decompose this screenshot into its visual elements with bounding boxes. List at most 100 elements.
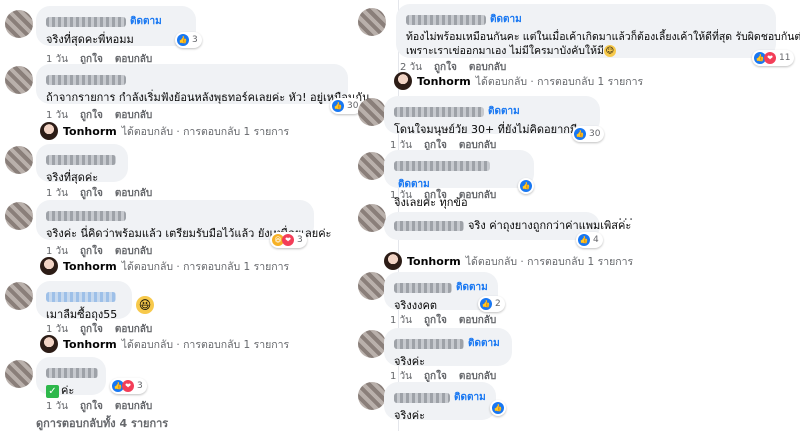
timestamp[interactable]: 1 วัน xyxy=(390,371,412,382)
blurred-username[interactable] xyxy=(394,338,464,349)
blurred-username[interactable] xyxy=(46,291,116,302)
reaction-badge[interactable]: 👍 xyxy=(490,400,506,416)
view-all-replies-link[interactable]: ดูการตอบกลับทั้ง 4 รายการ xyxy=(36,414,168,432)
like-button[interactable]: ถูกใจ xyxy=(424,371,447,382)
love-icon: ❤ xyxy=(282,234,294,246)
comment-text-line2-value: เพราะเราเข่ออกมาเอง ไม่มีใครมาบังคับให้ม… xyxy=(406,45,604,57)
comment-text: จริงค่ะ นี่คิดว่าพร้อมแล้ว เตรียมรับมือไ… xyxy=(46,227,332,240)
timestamp[interactable]: 1 วัน xyxy=(46,188,68,199)
reaction-count: 3 xyxy=(192,35,198,45)
comment-text-value: ค่ะ xyxy=(61,384,75,397)
blurred-username[interactable] xyxy=(406,14,486,25)
follow-link[interactable]: ติดตาม xyxy=(468,338,500,349)
avatar[interactable] xyxy=(358,204,386,232)
reaction-count: 30 xyxy=(589,129,601,139)
avatar[interactable] xyxy=(5,282,33,310)
avatar[interactable] xyxy=(5,202,33,230)
follow-link[interactable]: ติดตาม xyxy=(454,392,486,403)
avatar[interactable] xyxy=(5,360,33,388)
follow-link[interactable]: ติดตาม xyxy=(456,282,488,293)
reaction-badge[interactable]: 👍 xyxy=(518,178,534,194)
comment-text: เมาลืมซื้อถุง55 xyxy=(46,308,118,321)
reply-count-text: ได้ตอบกลับ · การตอบกลับ 1 รายการ xyxy=(121,338,290,351)
reaction-badge[interactable]: 👍 3 xyxy=(175,32,202,48)
follow-link[interactable]: ติดตาม xyxy=(490,14,522,25)
reaction-badge[interactable]: 👍 30 xyxy=(572,126,605,142)
reaction-badge[interactable]: 👍 ❤ 3 xyxy=(110,378,147,394)
more-options-icon[interactable]: ··· xyxy=(618,212,634,228)
timestamp[interactable]: 1 วัน xyxy=(46,246,68,257)
comment-actions: 1 วัน ถูกใจ ตอบกลับ xyxy=(46,108,164,123)
blurred-username[interactable] xyxy=(394,106,484,117)
love-icon: ❤ xyxy=(764,52,776,64)
reply-button[interactable]: ตอบกลับ xyxy=(115,246,152,257)
timestamp[interactable]: 1 วัน xyxy=(46,401,68,412)
comment-text: จริงค่ะ xyxy=(394,355,425,368)
laughing-emoji-icon: 😆 xyxy=(136,296,154,314)
love-icon: ❤ xyxy=(122,380,134,392)
comment-text: จริงที่สุดคะพี่หอมม xyxy=(46,33,134,46)
like-button[interactable]: ถูกใจ xyxy=(424,190,447,201)
blurred-username[interactable] xyxy=(46,154,116,165)
blurred-username[interactable] xyxy=(46,210,126,221)
blurred-username[interactable] xyxy=(46,16,126,27)
reply-button[interactable]: ตอบกลับ xyxy=(459,371,496,382)
replier-name: Tonhorm xyxy=(407,254,461,268)
reaction-badge[interactable]: 👍 2 xyxy=(478,296,505,312)
avatar[interactable] xyxy=(358,272,386,300)
like-button[interactable]: ถูกใจ xyxy=(80,246,103,257)
reply-button[interactable]: ตอบกลับ xyxy=(459,315,496,326)
reply-summary[interactable]: Tonhorm ได้ตอบกลับ · การตอบกลับ 1 รายการ xyxy=(40,122,289,140)
reply-summary[interactable]: Tonhorm ได้ตอบกลับ · การตอบกลับ 1 รายการ xyxy=(384,252,633,270)
reply-summary[interactable]: Tonhorm ได้ตอบกลับ · การตอบกลับ 1 รายการ xyxy=(394,72,643,90)
replier-name: Tonhorm xyxy=(417,74,471,88)
comment-text: จริงค่ะ xyxy=(394,409,425,422)
comment-actions: 1 วัน ถูกใจ ตอบกลับ xyxy=(46,186,164,201)
comment-bubble: ติดตาม โดนใจมนุษย์วัย 30+ ที่ยังไม่คิดอย… xyxy=(384,96,600,136)
reply-button[interactable]: ตอบกลับ xyxy=(115,110,152,121)
reply-button[interactable]: ตอบกลับ xyxy=(115,188,152,199)
reply-summary[interactable]: Tonhorm ได้ตอบกลับ · การตอบกลับ 1 รายการ xyxy=(40,257,289,275)
reply-button[interactable]: ตอบกลับ xyxy=(115,324,152,335)
avatar[interactable] xyxy=(358,330,386,358)
follow-link[interactable]: ติดตาม xyxy=(488,106,520,117)
avatar[interactable] xyxy=(5,10,33,38)
like-button[interactable]: ถูกใจ xyxy=(80,324,103,335)
reaction-badge[interactable]: 😆 ❤ 3 xyxy=(270,232,307,248)
reply-count-text: ได้ตอบกลับ · การตอบกลับ 1 รายการ xyxy=(121,125,290,138)
timestamp[interactable]: 1 วัน xyxy=(46,110,68,121)
like-button[interactable]: ถูกใจ xyxy=(80,110,103,121)
reaction-badge[interactable]: 👍 4 xyxy=(576,232,603,248)
blurred-username[interactable] xyxy=(394,282,452,293)
comment-text: จริงงงคต xyxy=(394,299,437,312)
timestamp[interactable]: 1 วัน xyxy=(390,315,412,326)
like-button[interactable]: ถูกใจ xyxy=(80,401,103,412)
replier-name: Tonhorm xyxy=(63,337,117,351)
replier-avatar xyxy=(40,122,58,140)
avatar[interactable] xyxy=(358,98,386,126)
reply-button[interactable]: ตอบกลับ xyxy=(459,190,496,201)
comment-text: จริงที่สุดค่ะ xyxy=(46,171,99,184)
reply-summary[interactable]: Tonhorm ได้ตอบกลับ · การตอบกลับ 1 รายการ xyxy=(40,335,289,353)
avatar[interactable] xyxy=(5,66,33,94)
follow-link[interactable]: ติดตาม xyxy=(130,16,162,27)
avatar[interactable] xyxy=(358,152,386,180)
like-button[interactable]: ถูกใจ xyxy=(424,315,447,326)
comment-bubble: ✓ ค่ะ xyxy=(36,357,106,398)
avatar[interactable] xyxy=(358,382,386,410)
replier-name: Tonhorm xyxy=(63,124,117,138)
blurred-username[interactable] xyxy=(394,392,450,403)
reply-button[interactable]: ตอบกลับ xyxy=(115,401,152,412)
replier-avatar xyxy=(40,335,58,353)
avatar[interactable] xyxy=(5,146,33,174)
blurred-username[interactable] xyxy=(46,74,126,85)
like-icon: 👍 xyxy=(574,128,586,140)
avatar[interactable] xyxy=(358,8,386,36)
reaction-badge[interactable]: 👍 ❤ 11 xyxy=(752,50,795,66)
timestamp[interactable]: 1 วัน xyxy=(390,190,412,201)
blurred-username[interactable] xyxy=(394,160,490,171)
like-button[interactable]: ถูกใจ xyxy=(80,188,103,199)
timestamp[interactable]: 1 วัน xyxy=(46,324,68,335)
blurred-username[interactable] xyxy=(394,221,464,231)
blurred-username[interactable] xyxy=(46,367,98,378)
